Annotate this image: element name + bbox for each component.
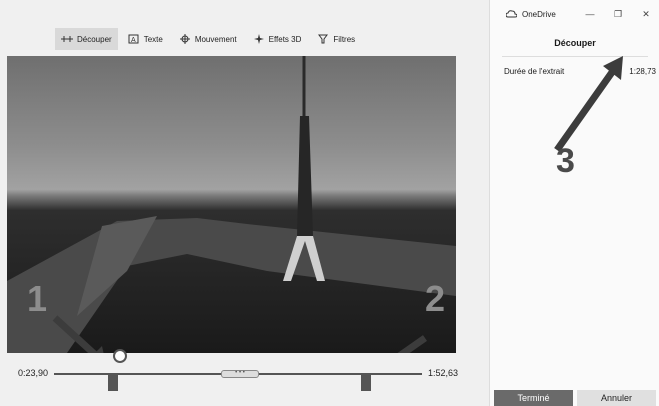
svg-text:A: A bbox=[131, 37, 136, 44]
editor-toolbar: Découper A Texte Mouvement Effets 3D Fil… bbox=[55, 28, 361, 50]
minimize-button[interactable]: — bbox=[576, 9, 604, 19]
tool-text-label: Texte bbox=[143, 34, 163, 44]
playhead[interactable] bbox=[113, 349, 127, 363]
effects-3d-icon bbox=[253, 34, 264, 44]
cancel-button[interactable]: Annuler bbox=[577, 390, 656, 406]
trim-end-handle[interactable] bbox=[361, 375, 371, 391]
restore-button[interactable]: ❐ bbox=[604, 9, 632, 20]
text-icon: A bbox=[128, 34, 139, 44]
panel-footer: Terminé Annuler bbox=[490, 390, 659, 406]
arrow-2-shaft bbox=[397, 335, 428, 353]
tool-trim-label: Découper bbox=[77, 34, 112, 44]
tool-motion[interactable]: Mouvement bbox=[173, 28, 243, 50]
annotation-number-2: 2 bbox=[425, 278, 446, 319]
cloud-icon bbox=[506, 10, 517, 18]
move-icon bbox=[179, 34, 190, 44]
scrub-indicator[interactable]: • • • bbox=[221, 370, 259, 378]
editor-area: Découper A Texte Mouvement Effets 3D Fil… bbox=[0, 0, 489, 406]
annotation-number-1: 1 bbox=[27, 278, 48, 319]
trim-start-handle[interactable] bbox=[108, 375, 118, 391]
tool-text[interactable]: A Texte bbox=[122, 28, 169, 50]
filter-icon bbox=[318, 34, 329, 44]
trim-icon bbox=[61, 36, 73, 42]
tool-filters-label: Filtres bbox=[333, 34, 356, 44]
video-preview[interactable]: 1 2 bbox=[7, 56, 456, 353]
tower-shaft bbox=[297, 116, 313, 236]
app-title: OneDrive bbox=[490, 10, 576, 19]
app-name: OneDrive bbox=[522, 9, 556, 19]
start-time: 0:23,90 bbox=[18, 368, 49, 378]
close-button[interactable]: ✕ bbox=[632, 9, 659, 20]
end-time: 1:52,63 bbox=[428, 368, 459, 378]
window-titlebar: OneDrive — ❐ ✕ bbox=[490, 0, 659, 28]
tool-motion-label: Mouvement bbox=[194, 34, 237, 44]
trim-panel: OneDrive — ❐ ✕ Découper Durée de l'extra… bbox=[489, 0, 659, 406]
annotation-number-3: 3 bbox=[556, 142, 575, 180]
tool-3d-effects-label: Effets 3D bbox=[268, 34, 302, 44]
video-frame bbox=[7, 56, 456, 353]
trim-timeline[interactable]: 0:23,90 • • • 1:52,63 bbox=[0, 349, 489, 406]
tool-trim[interactable]: Découper bbox=[55, 28, 118, 50]
done-button[interactable]: Terminé bbox=[494, 390, 573, 406]
panel-title: Découper bbox=[554, 38, 596, 48]
tool-filters[interactable]: Filtres bbox=[311, 28, 361, 50]
tool-3d-effects[interactable]: Effets 3D bbox=[247, 28, 308, 50]
